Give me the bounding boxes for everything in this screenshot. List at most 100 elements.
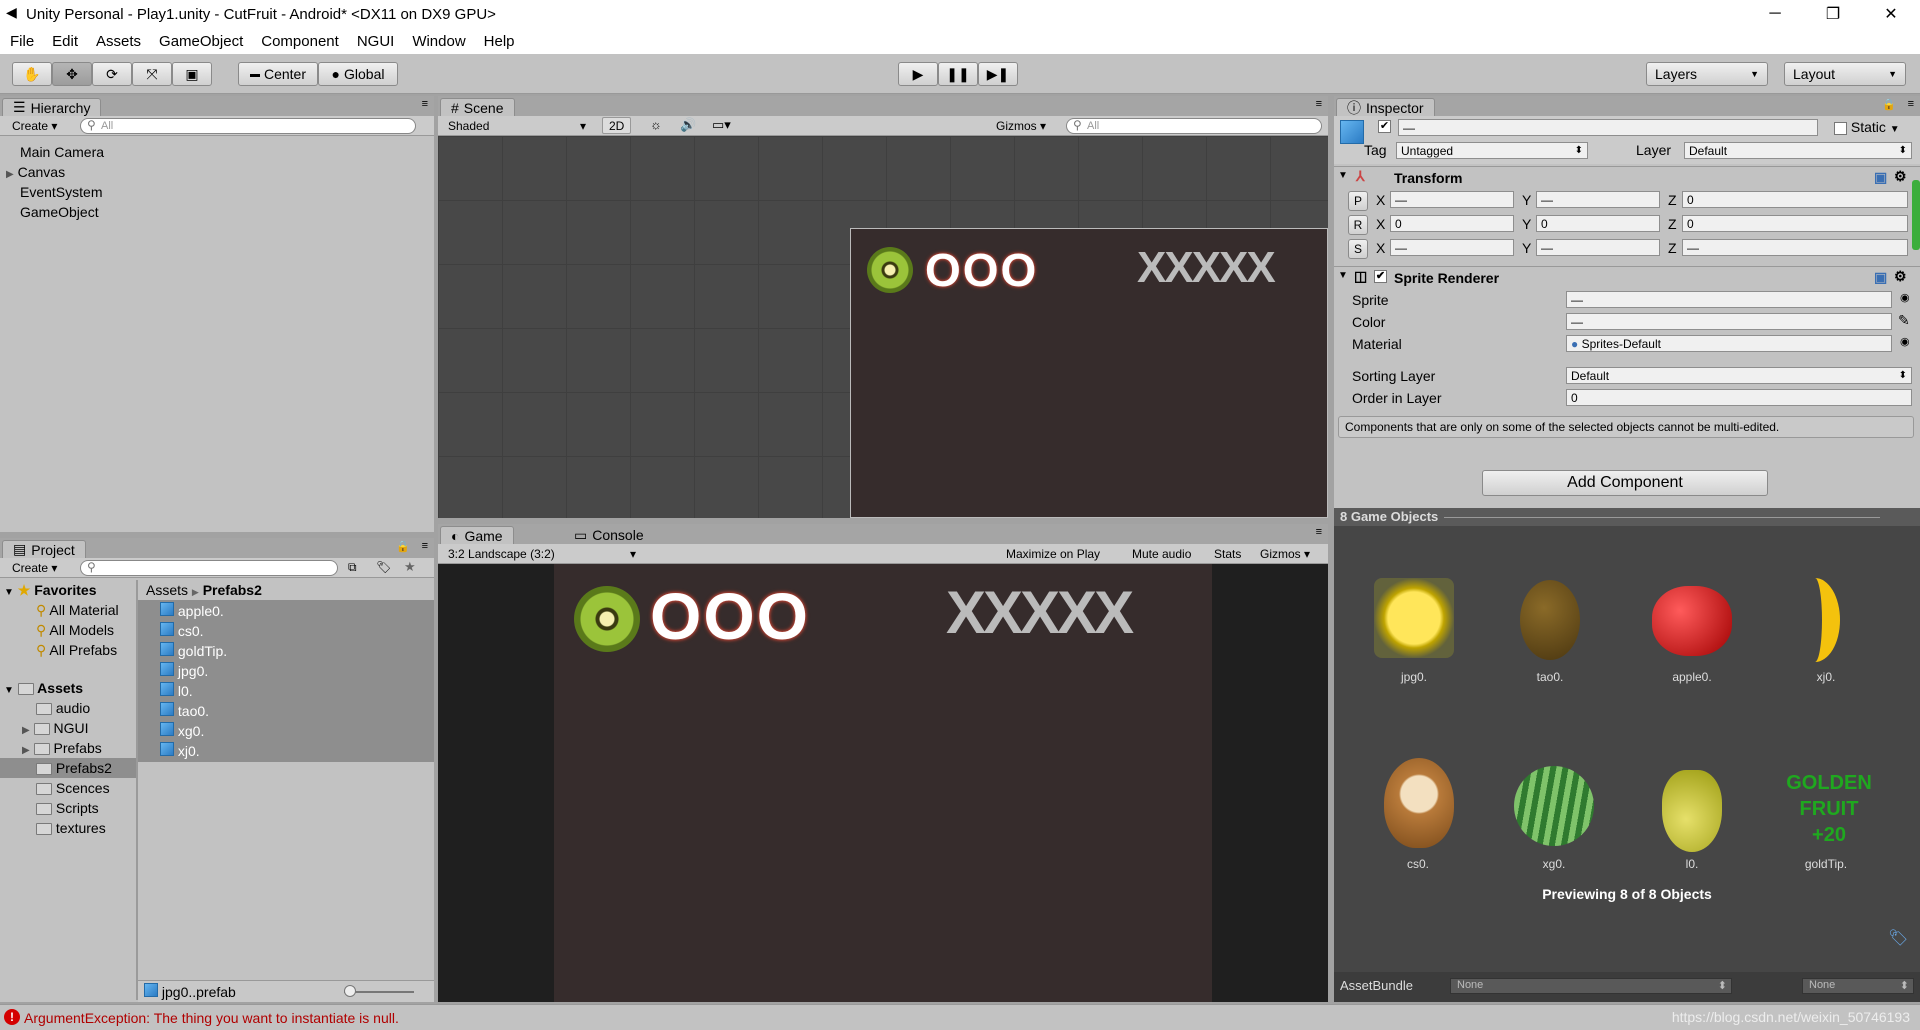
- scene-viewport[interactable]: OOO XXXXX: [438, 136, 1328, 518]
- assetbundle-variant-dropdown[interactable]: None ⬍: [1802, 978, 1914, 994]
- position-reset-button[interactable]: P: [1348, 191, 1368, 211]
- preview-xg0-icon[interactable]: [1514, 766, 1594, 846]
- menu-help[interactable]: Help: [474, 33, 523, 50]
- file-item[interactable]: goldTip.: [160, 642, 227, 659]
- rotate-tool-button[interactable]: ⟳: [92, 62, 132, 86]
- settings-gear-icon[interactable]: ⚙: [1894, 268, 1907, 285]
- file-item[interactable]: apple0.: [160, 602, 224, 619]
- scale-tool-button[interactable]: ⤧: [132, 62, 172, 86]
- game-viewport[interactable]: OOO XXXXX: [438, 564, 1328, 1002]
- tab-inspector[interactable]: ⓘ Inspector: [1336, 98, 1435, 116]
- asset-label-icon[interactable]: 🏷: [1888, 928, 1908, 948]
- add-component-button[interactable]: Add Component: [1482, 470, 1768, 496]
- folder-item-audio[interactable]: audio: [36, 700, 90, 716]
- pause-button[interactable]: ❚❚: [938, 62, 978, 86]
- favorite-star-icon[interactable]: ★: [404, 559, 416, 575]
- tab-hierarchy[interactable]: ☰ Hierarchy: [2, 98, 102, 116]
- rotation-z-field[interactable]: 0: [1682, 215, 1908, 232]
- menu-component[interactable]: Component: [251, 33, 347, 50]
- object-picker-icon[interactable]: ◉: [1900, 291, 1910, 304]
- position-y-field[interactable]: —: [1536, 191, 1660, 208]
- file-item[interactable]: tao0.: [160, 702, 209, 719]
- panel-menu-icon[interactable]: ≡: [1908, 98, 1914, 110]
- scene-search-input[interactable]: All: [1066, 118, 1322, 134]
- sprite-renderer-header[interactable]: ▼ ◫ ✔ Sprite Renderer ▣ ⚙: [1334, 266, 1920, 288]
- gameobject-name-field[interactable]: —: [1398, 119, 1818, 136]
- rotation-y-field[interactable]: 0: [1536, 215, 1660, 232]
- menu-edit[interactable]: Edit: [42, 33, 86, 50]
- collapse-arrow-icon[interactable]: ▼: [4, 685, 14, 696]
- scale-z-field[interactable]: —: [1682, 239, 1908, 256]
- minimize-button[interactable]: ─: [1746, 0, 1804, 28]
- hierarchy-item-main-camera[interactable]: Main Camera: [20, 144, 104, 160]
- mute-audio-toggle[interactable]: Mute audio: [1126, 545, 1197, 562]
- tab-console[interactable]: ▭ Console: [564, 526, 654, 544]
- tag-dropdown[interactable]: Untagged: [1396, 142, 1588, 159]
- folder-item-prefabs2[interactable]: Prefabs2: [36, 760, 112, 776]
- hierarchy-item-eventsystem[interactable]: EventSystem: [20, 184, 102, 200]
- help-book-icon[interactable]: ▣: [1874, 269, 1887, 286]
- menu-gameobject[interactable]: GameObject: [149, 33, 251, 50]
- folder-item-scences[interactable]: Scences: [36, 780, 110, 796]
- breadcrumb-current[interactable]: Prefabs2: [203, 582, 262, 598]
- expand-arrow-icon[interactable]: ▶: [6, 169, 14, 180]
- material-field[interactable]: ● Sprites-Default: [1566, 335, 1892, 352]
- effects-dropdown-icon[interactable]: ▭▾: [712, 117, 731, 133]
- settings-gear-icon[interactable]: ⚙: [1894, 168, 1907, 185]
- move-tool-button[interactable]: ✥: [52, 62, 92, 86]
- stats-toggle[interactable]: Stats: [1208, 545, 1247, 562]
- file-item[interactable]: xg0.: [160, 722, 204, 739]
- preview-xj0-icon[interactable]: [1790, 578, 1840, 662]
- assetbundle-dropdown[interactable]: None ⬍: [1450, 978, 1732, 994]
- favorite-item[interactable]: ⚲ All Material: [36, 602, 119, 619]
- collapse-arrow-icon[interactable]: ▼: [1338, 170, 1348, 181]
- color-field[interactable]: —: [1566, 313, 1892, 330]
- preview-jpg0-icon[interactable]: [1374, 578, 1454, 658]
- error-icon[interactable]: !: [4, 1009, 20, 1025]
- audio-toggle-icon[interactable]: 🔊: [680, 117, 696, 133]
- collapse-arrow-icon[interactable]: ▼: [4, 587, 14, 598]
- lock-icon[interactable]: 🔒: [1882, 98, 1896, 111]
- layers-dropdown[interactable]: Layers ▼: [1646, 62, 1768, 86]
- favorite-item[interactable]: ⚲ All Prefabs: [36, 642, 117, 659]
- breadcrumb-assets[interactable]: Assets: [146, 582, 188, 598]
- collapse-arrow-icon[interactable]: ▼: [1338, 270, 1348, 281]
- inspector-scrollbar[interactable]: [1912, 180, 1920, 250]
- menu-assets[interactable]: Assets: [86, 33, 149, 50]
- scale-y-field[interactable]: —: [1536, 239, 1660, 256]
- rotation-reset-button[interactable]: R: [1348, 215, 1368, 235]
- shading-mode-dropdown[interactable]: Shaded ▾: [442, 117, 592, 134]
- folder-item-prefabs[interactable]: ▶ Prefabs: [22, 740, 102, 756]
- folder-item-scripts[interactable]: Scripts: [36, 800, 99, 816]
- folder-item-textures[interactable]: textures: [36, 820, 106, 836]
- file-item[interactable]: xj0.: [160, 742, 200, 759]
- menu-ngui[interactable]: NGUI: [347, 33, 403, 50]
- order-in-layer-field[interactable]: 0: [1566, 389, 1912, 406]
- file-item[interactable]: l0.: [160, 682, 193, 699]
- object-picker-icon[interactable]: ◉: [1900, 335, 1910, 348]
- scale-reset-button[interactable]: S: [1348, 239, 1368, 259]
- position-x-field[interactable]: —: [1390, 191, 1514, 208]
- rotation-x-field[interactable]: 0: [1390, 215, 1514, 232]
- help-book-icon[interactable]: ▣: [1874, 169, 1887, 186]
- game-gizmos-dropdown[interactable]: Gizmos ▾: [1254, 545, 1316, 562]
- expand-arrow-icon[interactable]: ▶: [22, 725, 30, 736]
- static-toggle[interactable]: Static ▼: [1834, 119, 1900, 135]
- aspect-ratio-dropdown[interactable]: 3:2 Landscape (3:2) ▾: [442, 545, 642, 562]
- tab-project[interactable]: ▤ Project: [2, 540, 86, 558]
- file-item[interactable]: jpg0.: [160, 662, 208, 679]
- menu-file[interactable]: File: [0, 33, 42, 50]
- preview-cs0-icon[interactable]: [1384, 758, 1454, 848]
- restore-button[interactable]: ❐: [1804, 0, 1862, 28]
- pivot-global-button[interactable]: ● Global: [318, 62, 398, 86]
- preview-apple0-icon[interactable]: [1652, 586, 1732, 656]
- hierarchy-search-input[interactable]: All: [80, 118, 416, 134]
- panel-menu-icon[interactable]: ≡: [422, 540, 428, 552]
- hierarchy-item-gameobject[interactable]: GameObject: [20, 204, 99, 220]
- static-checkbox[interactable]: [1834, 121, 1847, 135]
- panel-menu-icon[interactable]: ≡: [1316, 98, 1322, 110]
- panel-menu-icon[interactable]: ≡: [422, 98, 428, 110]
- sprite-field[interactable]: —: [1566, 291, 1892, 308]
- position-z-field[interactable]: 0: [1682, 191, 1908, 208]
- tab-game[interactable]: ◐ Game: [440, 526, 514, 544]
